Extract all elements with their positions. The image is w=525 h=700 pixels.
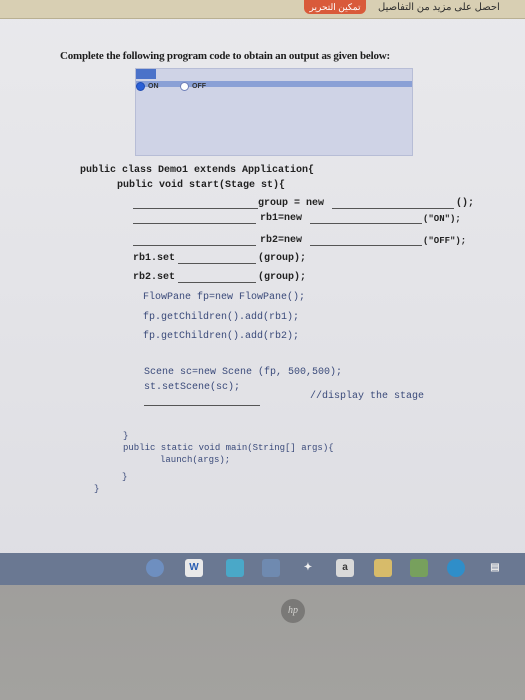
info-text: احصل على مزيد من التفاصيل [378,2,500,13]
code-line-group: group = new [258,198,325,209]
dropbox-icon[interactable]: ✦ [299,559,317,577]
blank-8[interactable] [178,282,256,283]
edge-icon[interactable] [447,559,465,577]
code-line-flowpane: FlowPane fp=new FlowPane(); [143,292,306,303]
code-line-class: public class Demo1 extends Application{ [80,165,315,176]
mail-icon[interactable] [226,559,244,577]
photos-icon[interactable] [410,559,428,577]
protected-view-bar: تمكين التحرير احصل على مزيد من التفاصيل [0,0,525,19]
code-line-launch: launch(args); [160,455,231,465]
radio-on[interactable]: ON [136,80,159,92]
blank-5[interactable] [133,245,256,246]
code-rb1-group: (group); [258,253,307,264]
files-icon[interactable] [374,559,392,577]
blank-2[interactable] [332,208,454,209]
code-line-main: public static void main(String[] args){ [123,443,334,453]
radio-off[interactable]: OFF [180,80,206,92]
code-rb2-end: ("OFF"); [423,236,467,246]
preview-toolbar [136,81,412,87]
code-line-rb2set: rb2.set [133,272,176,283]
radio-unselected-icon [180,81,189,91]
blank-7[interactable] [178,263,256,264]
blank-1[interactable] [133,208,258,209]
code-line-add1: fp.getChildren().add(rb1); [143,312,300,323]
code-rb2-group: (group); [258,272,307,283]
blank-6[interactable] [310,245,422,246]
monitor-screen: تمكين التحرير احصل على مزيد من التفاصيل … [0,0,525,585]
code-close-brace-1: } [123,431,129,441]
output-preview-window [135,68,413,156]
code-line-add2: fp.getChildren().add(rb2); [143,331,300,342]
hp-logo: hp [281,599,305,623]
word-icon[interactable]: W [185,559,203,577]
code-line-scene: Scene sc=new Scene (fp, 500,500); [144,367,343,378]
code-line-rb1: rb1=new [260,213,303,224]
browser-icon[interactable] [146,559,164,577]
blank-4[interactable] [310,223,422,224]
code-close-brace-2: } [122,472,128,482]
blank-3[interactable] [133,223,256,224]
pinned-app-icon[interactable] [262,559,280,577]
blank-9[interactable] [144,405,260,406]
radio-on-label: ON [148,82,159,90]
radio-off-label: OFF [192,82,206,90]
enable-editing-button[interactable]: تمكين التحرير [304,0,366,14]
notifications-icon[interactable]: ▤ [486,559,504,577]
code-line-start: public void start(Stage st){ [117,180,286,191]
code-comment-display: //display the stage [310,391,425,402]
radio-selected-icon [136,81,145,91]
code-close-brace-3: } [94,484,100,494]
code-line-rb1set: rb1.set [133,253,176,264]
app-a-icon[interactable]: a [336,559,354,577]
code-line-rb2: rb2=new [260,235,303,246]
app-icon [136,69,156,79]
code-rb1-end: ("ON"); [423,214,461,224]
question-text: Complete the following program code to o… [60,50,390,62]
code-group-end: (); [456,198,475,209]
code-line-setscene: st.setScene(sc); [144,382,241,393]
